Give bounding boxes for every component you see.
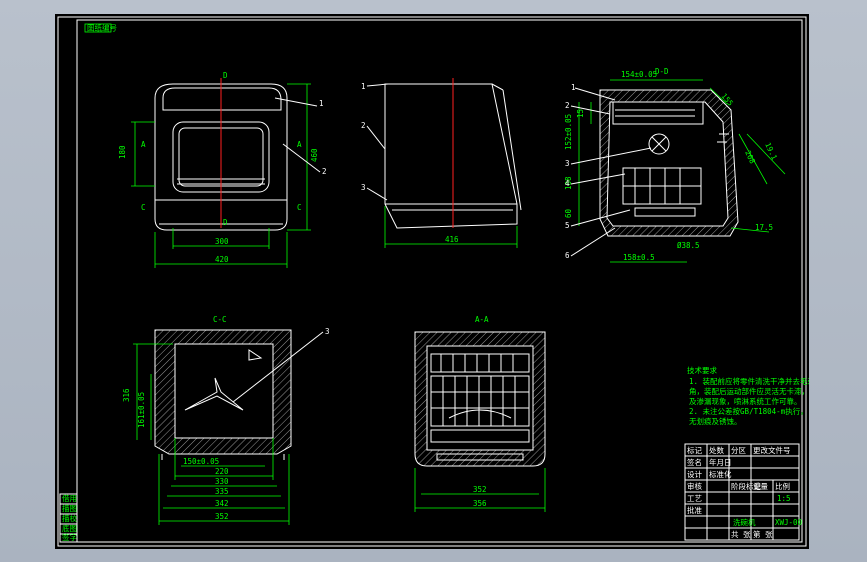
side-leader-3: 3 bbox=[361, 183, 366, 192]
front-dim-inner: 300 bbox=[215, 237, 229, 246]
strip-cell-3: 底图 bbox=[62, 523, 77, 533]
cc-title: C-C bbox=[213, 315, 227, 324]
cc-dim-b6: 352 bbox=[215, 512, 229, 521]
aa-title: A-A bbox=[475, 315, 489, 324]
aa-dim-b1: 352 bbox=[473, 485, 487, 494]
dd-leader-1: 1 bbox=[571, 83, 576, 92]
section-cc-view: C-C 3 316 161±0.05 150±0.05 220 330 335 … bbox=[122, 315, 330, 525]
front-mark-bottom: D bbox=[223, 218, 228, 227]
tb-cell-3: 更改文件号 bbox=[753, 445, 791, 455]
tb-cell-0: 标记 bbox=[687, 445, 702, 455]
tech-line-3: 及渗漏现象，喷淋系统工作可靠。 bbox=[689, 396, 802, 406]
side-leader-2: 2 bbox=[361, 121, 366, 130]
tb-cell-4: 签名 bbox=[687, 457, 702, 467]
cc-dim-b3: 330 bbox=[215, 477, 229, 486]
tb-cell-7: 标准化 bbox=[709, 469, 732, 479]
strip-cell-0: 借用 bbox=[62, 493, 77, 503]
tb-cell-6: 设计 bbox=[687, 469, 702, 479]
side-strip: 借用 描图 描校 底图 签字 bbox=[59, 493, 78, 543]
aa-dim-b2: 356 bbox=[473, 499, 487, 508]
dd-leader-2: 2 bbox=[565, 101, 570, 110]
front-dim-left: 180 bbox=[118, 145, 127, 159]
side-dim-bottom: 416 bbox=[445, 235, 459, 244]
dd-dim-right-3: 19.1 bbox=[763, 141, 779, 161]
dd-leader-5: 5 bbox=[565, 221, 570, 230]
title-block: 标记 处数 分区 更改文件号 签名 年月日 设计 标准化 审核 工艺 批准 阶段… bbox=[684, 443, 803, 541]
strip-cell-4: 签字 bbox=[62, 532, 77, 542]
tb-cell-15: 第 张 bbox=[753, 529, 773, 539]
dd-dim-bottom-1: Ø38.5 bbox=[677, 241, 700, 250]
front-view: 300 420 180 460 D D C C A A 1 2 bbox=[118, 71, 327, 268]
dd-leader-3: 3 bbox=[565, 159, 570, 168]
tb-cell-8: 审核 bbox=[687, 481, 702, 491]
tb-cell-2: 分区 bbox=[731, 446, 746, 455]
cc-dim-b5: 342 bbox=[215, 499, 229, 508]
cad-drawing: 图纸编号 300 420 180 460 D D C C A A 1 2 416… bbox=[57, 16, 809, 547]
tb-cell-1: 处数 bbox=[709, 445, 724, 455]
dd-dim-top: 154±0.05 bbox=[621, 70, 657, 79]
tech-line-2: 角，装配后运动部件应灵活无卡滞，无异常噪声 bbox=[689, 386, 809, 396]
tb-cell-10: 批准 bbox=[687, 505, 702, 515]
tech-line-5: 无划痕及锈蚀。 bbox=[689, 416, 742, 426]
tb-cell-13: 比例 bbox=[775, 481, 790, 491]
tb-cell-5: 年月日 bbox=[709, 457, 732, 467]
front-dim-right: 460 bbox=[310, 148, 319, 162]
title-tag: 图纸编号 bbox=[87, 23, 117, 33]
side-view: 416 1 2 3 bbox=[361, 78, 522, 248]
tb-scale: 1:5 bbox=[777, 494, 791, 503]
dd-leader-4: 4 bbox=[565, 179, 570, 188]
cc-dim-b1: 150±0.05 bbox=[183, 457, 219, 466]
front-dim-outer: 420 bbox=[215, 255, 229, 264]
cad-viewport: 图纸编号 300 420 180 460 D D C C A A 1 2 416… bbox=[0, 0, 867, 562]
strip-cell-2: 描校 bbox=[62, 513, 77, 523]
tb-name: 洗碗机 bbox=[733, 517, 756, 527]
tb-drawing-no: XWJ-00 bbox=[775, 518, 803, 527]
front-leader-2: 2 bbox=[322, 167, 327, 176]
cc-dim-left-2: 161±0.05 bbox=[137, 392, 146, 428]
tb-cell-14: 共 张 bbox=[731, 530, 751, 539]
front-mark-top: D bbox=[223, 71, 228, 80]
cc-dim-left-1: 316 bbox=[122, 388, 131, 402]
front-mark-right: C bbox=[297, 203, 302, 212]
technical-requirements: 技术要求 1. 装配前应将零件清洗干净并去毛刺, 锐边倒 角，装配后运动部件应灵… bbox=[687, 365, 809, 426]
dd-dim-bottom-2: 158±0.5 bbox=[623, 253, 655, 262]
tb-cell-9: 工艺 bbox=[687, 494, 702, 503]
tech-line-4: 2. 未注公差按GB/T1804-m执行， 零件表面应光洁 bbox=[689, 406, 809, 416]
cc-dim-b4: 335 bbox=[215, 487, 229, 496]
front-leader-1: 1 bbox=[319, 99, 324, 108]
tb-cell-12: 重量 bbox=[753, 482, 768, 491]
side-leader-1: 1 bbox=[361, 82, 366, 91]
front-mark-a2: A bbox=[297, 140, 302, 149]
strip-cell-1: 描图 bbox=[62, 503, 77, 513]
dd-dim-left-2: 152±0.05 bbox=[564, 114, 573, 150]
cc-leader-1: 3 bbox=[325, 327, 330, 336]
front-mark-a: A bbox=[141, 140, 146, 149]
front-mark-left: C bbox=[141, 203, 146, 212]
tech-line-1: 1. 装配前应将零件清洗干净并去毛刺, 锐边倒 bbox=[689, 376, 809, 386]
dd-dim-left-1: 15 bbox=[576, 109, 585, 118]
dd-dim-left-4: 60 bbox=[564, 208, 573, 218]
section-aa-view: A-A 352 356 bbox=[414, 315, 546, 512]
cc-dim-b2: 220 bbox=[215, 467, 229, 476]
dd-leader-6: 6 bbox=[565, 251, 570, 260]
drawing-canvas[interactable]: 图纸编号 300 420 180 460 D D C C A A 1 2 416… bbox=[55, 14, 809, 549]
tech-heading: 技术要求 bbox=[687, 365, 717, 375]
dd-dim-right-4: 17.5 bbox=[755, 223, 773, 232]
section-dd-view: D-D 154±0.05 15 152±0.05 188 60 155 208 … bbox=[564, 67, 786, 263]
